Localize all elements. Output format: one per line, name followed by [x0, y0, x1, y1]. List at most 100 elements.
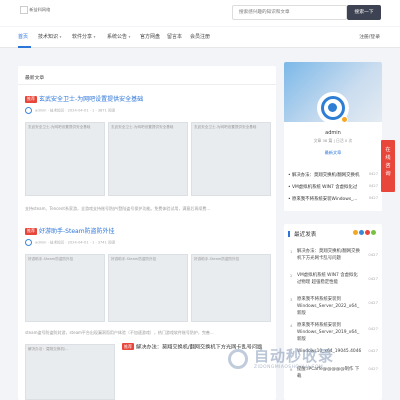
- latest-item-text: VM虚拟机系统 WIN7 含虚拟化过: [292, 185, 358, 190]
- item-text: 解决办法：莫翔交换机/翻网交换机下方光网卡乱号问题: [297, 249, 360, 261]
- post-views: 1: [92, 240, 95, 245]
- post-thumbnail[interactable]: 好游助手-Steam防盗防外挂: [108, 254, 188, 322]
- title-accent-bar: [288, 231, 290, 237]
- recommend-badge: 推荐: [122, 343, 134, 350]
- list-item[interactable]: 2 VM虚拟机系统 WIN7 含虚拟化过物理 超强稳定性能: [290, 272, 360, 286]
- item-date: 0427: [368, 300, 378, 305]
- post-thumbnail[interactable]: 玄武安全卫士-为网吧设置提供安全基础: [191, 122, 271, 196]
- post-reads: 3741 阅读: [97, 240, 116, 245]
- tab-char: 询: [385, 171, 391, 177]
- nav-item-tech[interactable]: 技术知识 ▾: [38, 33, 61, 40]
- divider: [18, 84, 276, 85]
- chevron-down-icon: ▾: [128, 35, 131, 39]
- dot-icon: [371, 230, 376, 235]
- tab-char: 在: [385, 147, 391, 153]
- profile-subtitle: 最新文章: [324, 150, 342, 155]
- avatar: [25, 107, 32, 114]
- item-text: VM虚拟机系统 WIN7 含虚拟化过物理 超强稳定性能: [297, 273, 358, 285]
- item-number: 1: [290, 249, 293, 254]
- login-link[interactable]: 注册/登录: [359, 33, 380, 40]
- nav-item-software[interactable]: 软件分享 ▾: [72, 33, 95, 40]
- nav-label: 系统公告: [107, 34, 128, 40]
- list-item[interactable]: 3 原来我不将系统安装到 Windows_Server_2022_x64_新版: [290, 296, 360, 317]
- item-text: 原来我不将系统安装到 Windows_Server_2022_x64_新版: [297, 297, 360, 316]
- main-nav: 首页 技术知识 ▾ 软件分享 ▾ 系统公告 ▾ 官方网盘 留言本 会员注册 注册…: [0, 27, 400, 48]
- post-date: 2024-04-01: [67, 240, 89, 245]
- latest-item-date: 0427: [368, 196, 378, 200]
- profile-name[interactable]: admin: [284, 130, 382, 136]
- avatar: [25, 239, 32, 246]
- recommend-badge: 推荐: [25, 95, 37, 103]
- latest-item-text: 解决办法：莫翔交换机/翻网交换机: [292, 173, 360, 178]
- latest-item-date: 0427: [368, 184, 378, 188]
- dot-icon: [359, 230, 364, 235]
- post-excerpt: steam盗号防盗防封游，steam平台出现漏洞而用户体验（不加速游戏），热门游…: [25, 330, 214, 335]
- dot-icon: [353, 230, 358, 235]
- post-thumbnail[interactable]: 解决办法：莫翔交换机/...: [25, 344, 115, 400]
- post-thumbnail[interactable]: 玄武安全卫士-为网吧设置提供安全基础: [108, 122, 188, 196]
- search-box: [232, 5, 347, 20]
- nav-label: 软件分享: [72, 34, 93, 40]
- latest-item-date: 0427: [368, 172, 378, 176]
- verified-icon: [341, 116, 348, 123]
- list-item[interactable]: • VM虚拟机系统 WIN7 含虚拟化过 0427: [288, 184, 378, 190]
- watermark: 自动秒收录 ZIDONGMIAOSHOULU.COM: [228, 345, 388, 375]
- nav-item-register[interactable]: 会员注册: [190, 33, 210, 40]
- item-text: 原来我不将系统安装到 Windows_Server_2019_x64_新版: [297, 323, 360, 342]
- item-number: 2: [290, 273, 293, 278]
- nav-active-indicator: [18, 46, 31, 48]
- post-meta: admin · 技术知识 · 2024-04-01 · 1 · 3741 阅读: [25, 239, 115, 246]
- recommend-badge: 推荐: [25, 227, 37, 235]
- search-input[interactable]: [233, 6, 346, 19]
- widget-title: 最近发表: [294, 232, 317, 238]
- item-date: 0427: [368, 276, 378, 281]
- list-item[interactable]: • 解决办法：莫翔交换机/翻网交换机 0427: [288, 172, 378, 178]
- post-thumbnail[interactable]: 好游助手-Steam防盗防外挂: [25, 254, 105, 322]
- post-thumbnail[interactable]: 好游助手-Steam防盗防外挂: [191, 254, 271, 322]
- latest-item-text: 原来我不将系统安装Windows_...: [292, 197, 358, 202]
- online-consult-tab[interactable]: 在 线 咨 询: [381, 140, 395, 192]
- nav-label: 技术知识: [38, 34, 59, 40]
- search-button[interactable]: 搜索一下: [347, 5, 381, 20]
- post-date: 2024-04-01: [67, 108, 89, 113]
- list-item[interactable]: 1 解决办法：莫翔交换机/翻网交换机下方光网卡乱号问题: [290, 248, 360, 262]
- list-item[interactable]: • 原来我不将系统安装Windows_... 0427: [288, 196, 378, 202]
- profile-latest-list: • 解决办法：莫翔交换机/翻网交换机 0427 • VM虚拟机系统 WIN7 含…: [284, 163, 382, 211]
- color-dots: [352, 230, 376, 237]
- tab-char: 线: [385, 155, 391, 161]
- post-title[interactable]: 推荐 玄武安全卫士-为网吧设置提供安全基础: [25, 94, 143, 103]
- profile-stats: 文章 38 篇 | 日活 0 次: [313, 138, 353, 143]
- chevron-down-icon: ▾: [59, 35, 62, 39]
- post-author[interactable]: admin: [35, 241, 46, 245]
- site-logo[interactable]: 新益科网络: [20, 6, 50, 14]
- item-number: 3: [290, 297, 293, 302]
- nav-item-netdisk[interactable]: 官方网盘: [140, 33, 160, 40]
- post-views: 1: [92, 108, 95, 113]
- watermark-subtext: ZIDONGMIAOSHOULU.COM: [254, 365, 324, 370]
- dot-icon: [365, 230, 370, 235]
- nav-item-announcements[interactable]: 系统公告 ▾: [107, 33, 130, 40]
- list-item[interactable]: 4 原来我不将系统安装到 Windows_Server_2019_x64_新版: [290, 322, 360, 343]
- avatar-dot: [328, 103, 337, 112]
- nav-item-guestbook[interactable]: 留言本: [167, 33, 182, 40]
- item-date: 0427: [368, 326, 378, 331]
- post-thumbnail[interactable]: 玄武安全卫士-为网吧设置提供安全基础: [25, 122, 105, 196]
- top-header: 新益科网络 搜索一下: [0, 0, 400, 26]
- post-category[interactable]: 技术知识: [50, 241, 64, 245]
- logo-image: [20, 6, 28, 14]
- author-profile-card: admin 文章 38 篇 | 日活 0 次 最新文章: [284, 62, 382, 165]
- watermark-logo-icon: [228, 349, 248, 369]
- watermark-text: 自动秒收录: [254, 347, 335, 365]
- nav-item-home[interactable]: 首页: [18, 33, 28, 40]
- post-title-text: 好游助手-Steam防盗防外挂: [39, 228, 115, 235]
- post-meta: admin · 技术知识 · 2024-04-01 · 1 · 3871 阅读: [25, 107, 115, 114]
- post-title[interactable]: 推荐 好游助手-Steam防盗防外挂: [25, 226, 115, 235]
- post-author[interactable]: admin: [35, 109, 46, 113]
- section-title: 最新文章: [25, 76, 45, 81]
- item-date: 0427: [368, 252, 378, 257]
- post-excerpt: 支持steam、Tencent系家游，全游戏支持账号防护/登陆盗号保护功能。免费…: [25, 206, 211, 211]
- post-reads: 3871 阅读: [97, 108, 116, 113]
- post-category[interactable]: 技术知识: [50, 109, 64, 113]
- tab-char: 咨: [385, 163, 391, 169]
- item-number: 4: [290, 323, 293, 328]
